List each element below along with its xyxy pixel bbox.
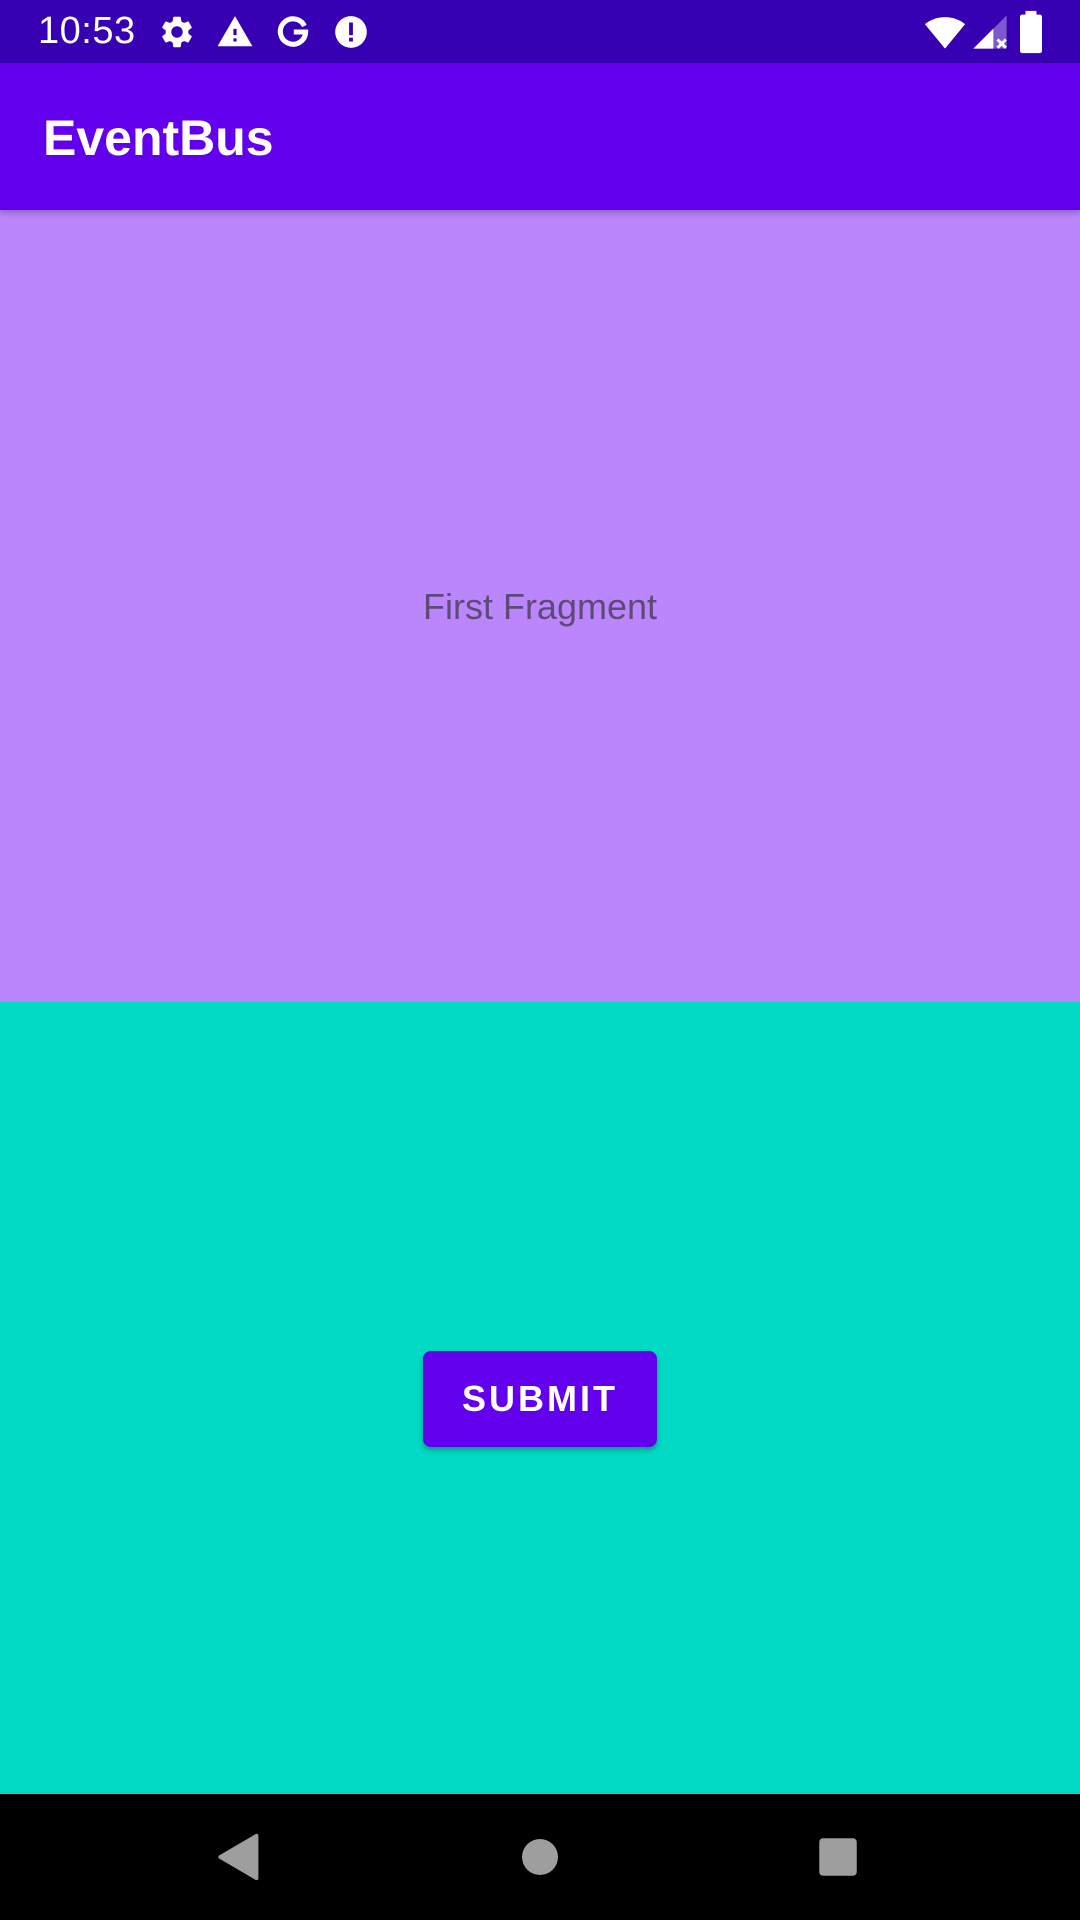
cell-signal-icon	[973, 15, 1007, 49]
navigation-bar	[0, 1794, 1080, 1920]
status-bar: 10:53	[0, 0, 1080, 63]
first-fragment-label: First Fragment	[422, 586, 658, 627]
battery-icon	[1020, 10, 1042, 54]
first-fragment-container: First Fragment	[0, 210, 1080, 1002]
warning-icon	[217, 16, 253, 47]
back-icon[interactable]	[209, 1827, 269, 1887]
status-time: 10:53	[38, 10, 136, 52]
alert-circle-icon	[335, 16, 367, 48]
app-bar: EventBus	[0, 63, 1080, 210]
second-fragment-container: SUBMIT	[0, 1002, 1080, 1794]
wifi-icon	[924, 17, 966, 49]
google-icon	[277, 16, 309, 47]
gear-icon	[162, 16, 192, 48]
recents-icon[interactable]	[808, 1827, 868, 1887]
submit-button[interactable]: SUBMIT	[423, 1351, 657, 1447]
home-icon[interactable]	[510, 1827, 570, 1887]
app-title: EventBus	[43, 110, 274, 166]
